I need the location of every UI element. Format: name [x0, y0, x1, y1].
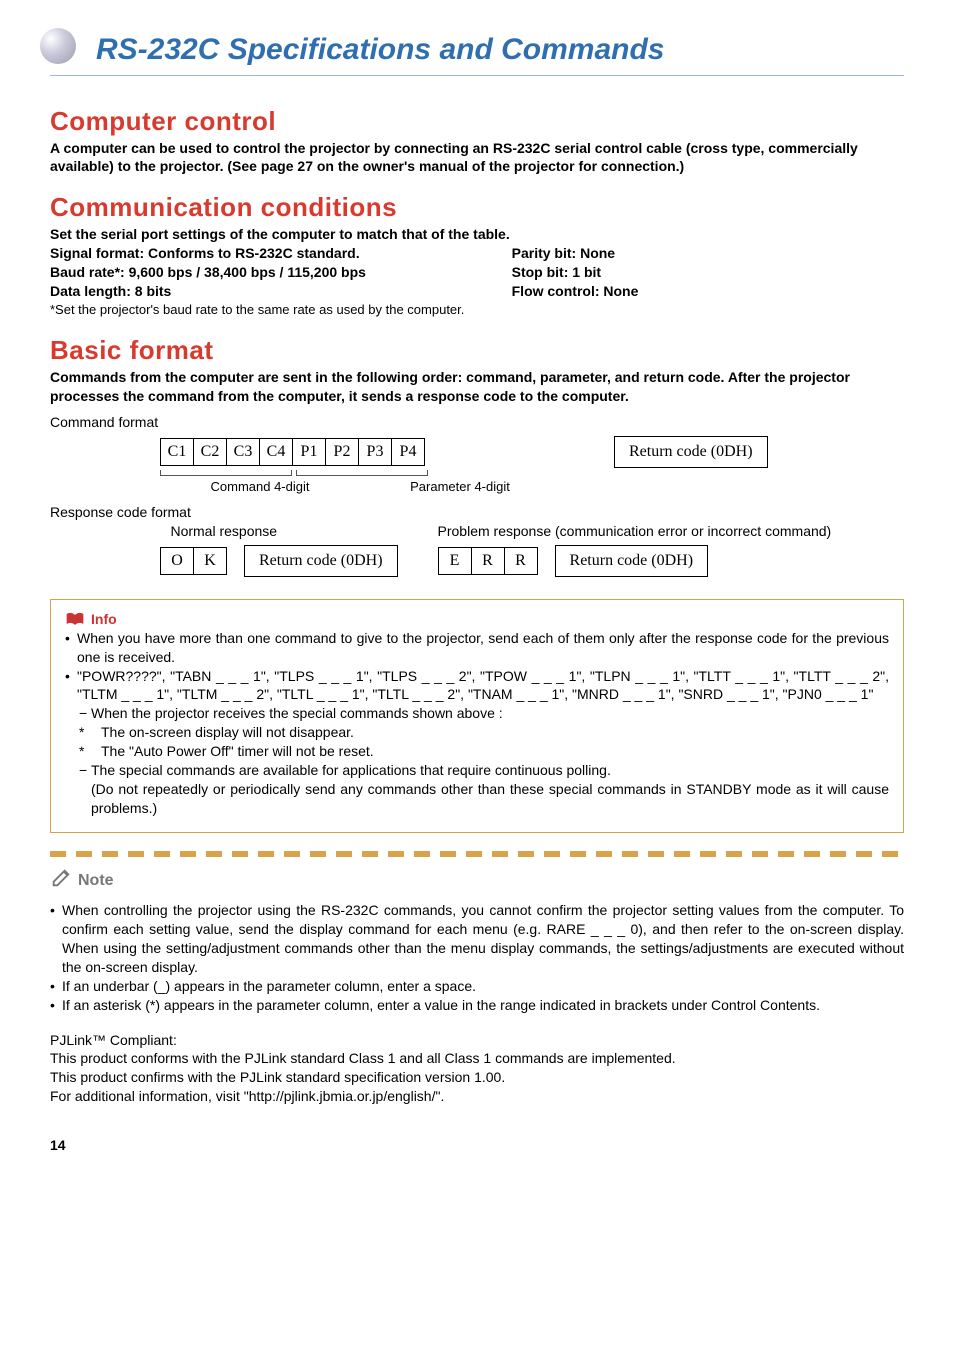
cmd-cell-p2: P2: [325, 438, 359, 466]
resp-err-e: E: [438, 547, 472, 575]
page-title: RS-232C Specifications and Commands: [96, 30, 904, 71]
info-tail: (Do not repeatedly or periodically send …: [65, 780, 889, 818]
resp-err-return: Return code (0DH): [555, 545, 709, 577]
normal-response-label: Normal response: [50, 522, 398, 541]
info-box: Info When you have more than one command…: [50, 599, 904, 833]
comm-left-3: Data length: 8 bits: [50, 282, 512, 301]
section-computer-control-heading: Computer control: [50, 104, 904, 139]
comm-right-2: Stop bit: 1 bit: [512, 263, 904, 282]
brace-param-label: Parameter 4-digit: [360, 478, 560, 496]
page-number: 14: [50, 1136, 904, 1155]
response-format-label: Response code format: [50, 503, 904, 522]
dashed-separator: [50, 851, 904, 857]
resp-ok-o: O: [160, 547, 194, 575]
info-sub-1: When the projector receives the special …: [79, 704, 889, 723]
cmd-cell-p1: P1: [292, 438, 326, 466]
comm-right-1: Parity bit: None: [512, 244, 904, 263]
note-bullet-2: If an underbar (_) appears in the parame…: [50, 977, 904, 996]
section-basic-format-heading: Basic format: [50, 333, 904, 368]
title-underline: [50, 75, 904, 76]
cmd-return-code: Return code (0DH): [614, 436, 768, 468]
info-sub-4: The special commands are available for a…: [79, 761, 889, 780]
note-bullet-1: When controlling the projector using the…: [50, 901, 904, 977]
comm-left-2: Baud rate*: 9,600 bps / 38,400 bps / 115…: [50, 263, 512, 282]
pjlink-line-3: For additional information, visit "http:…: [50, 1087, 904, 1106]
cmd-cell-p4: P4: [391, 438, 425, 466]
pjlink-label: PJLink™ Compliant:: [50, 1031, 904, 1050]
communication-lead: Set the serial port settings of the comp…: [50, 225, 904, 244]
communication-footnote: *Set the projector's baud rate to the sa…: [50, 301, 904, 319]
comm-right-3: Flow control: None: [512, 282, 904, 301]
comm-left-1: Signal format: Conforms to RS-232C stand…: [50, 244, 512, 263]
cmd-cell-c3: C3: [226, 438, 260, 466]
pjlink-line-2: This product confirms with the PJLink st…: [50, 1068, 904, 1087]
pjlink-line-1: This product conforms with the PJLink st…: [50, 1049, 904, 1068]
info-bullet-1: When you have more than one command to g…: [65, 629, 889, 667]
command-format-label: Command format: [50, 413, 904, 432]
cmd-cell-c2: C2: [193, 438, 227, 466]
note-bullet-3: If an asterisk (*) appears in the parame…: [50, 996, 904, 1015]
info-title: Info: [91, 610, 117, 629]
info-sub-3: The "Auto Power Off" timer will not be r…: [79, 742, 889, 761]
header-bullet-decor: [40, 28, 76, 64]
problem-response-label: Problem response (communication error or…: [438, 522, 904, 541]
info-book-icon: [65, 612, 85, 626]
cmd-cell-c4: C4: [259, 438, 293, 466]
section-communication-heading: Communication conditions: [50, 190, 904, 225]
resp-ok-return: Return code (0DH): [244, 545, 398, 577]
info-bullet-2: "POWR????", "TABN _ _ _ 1", "TLPS _ _ _ …: [65, 667, 889, 705]
note-pencil-icon: [50, 867, 72, 896]
note-title: Note: [78, 870, 114, 892]
cmd-cell-p3: P3: [358, 438, 392, 466]
resp-err-r1: R: [471, 547, 505, 575]
info-sub-2: The on-screen display will not disappear…: [79, 723, 889, 742]
computer-control-text: A computer can be used to control the pr…: [50, 139, 904, 177]
basic-format-text: Commands from the computer are sent in t…: [50, 368, 904, 406]
brace-command-label: Command 4-digit: [160, 478, 360, 496]
cmd-cell-c1: C1: [160, 438, 194, 466]
resp-err-r2: R: [504, 547, 538, 575]
resp-ok-k: K: [193, 547, 227, 575]
